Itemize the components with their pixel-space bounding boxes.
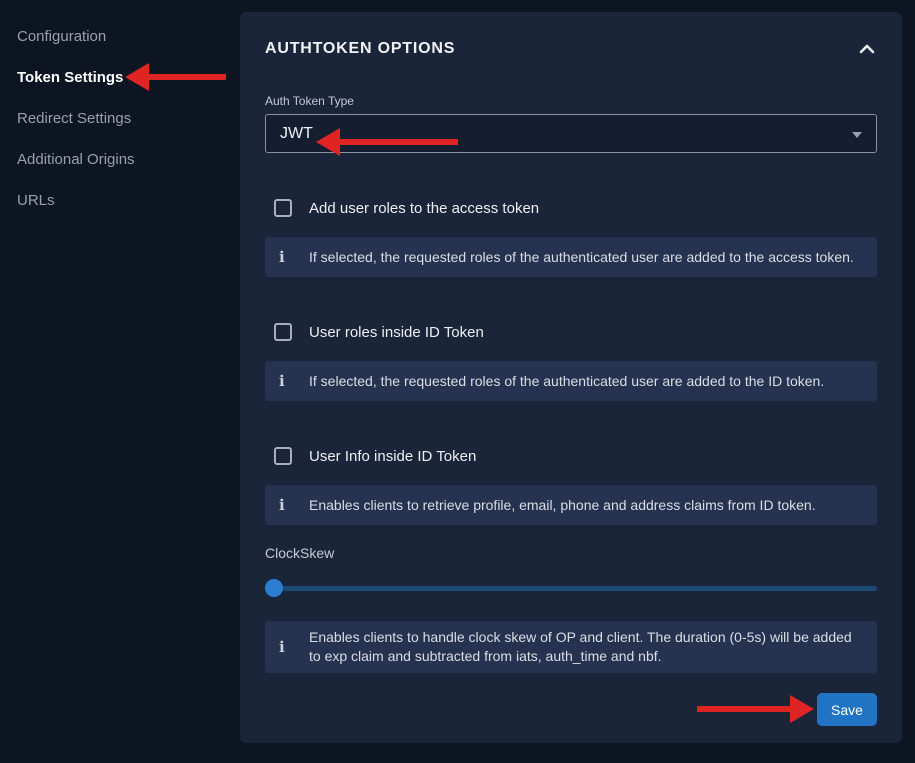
arrow-left-icon [316, 128, 340, 156]
info-text: Enables clients to retrieve profile, ema… [309, 496, 816, 515]
info-box: ℹ If selected, the requested roles of th… [265, 237, 877, 277]
option-group-access-token-roles: Add user roles to the access token ℹ If … [265, 199, 877, 277]
info-icon: ℹ [279, 248, 309, 266]
sidebar-item-configuration[interactable]: Configuration [17, 29, 238, 44]
info-box: ℹ Enables clients to retrieve profile, e… [265, 485, 877, 525]
panel-title: AUTHTOKEN OPTIONS [265, 40, 455, 58]
info-icon: ℹ [279, 638, 309, 656]
clockskew-label: ClockSkew [265, 545, 877, 561]
option-group-user-info: User Info inside ID Token ℹ Enables clie… [265, 447, 877, 525]
info-text: If selected, the requested roles of the … [309, 372, 824, 391]
info-text: If selected, the requested roles of the … [309, 248, 854, 267]
add-user-roles-access-token-checkbox[interactable] [274, 199, 292, 217]
option-group-id-token-roles: User roles inside ID Token ℹ If selected… [265, 323, 877, 401]
clockskew-section: ClockSkew [265, 545, 877, 597]
token-settings-page: Configuration Token Settings Redirect Se… [0, 0, 915, 763]
info-icon: ℹ [279, 372, 309, 390]
slider-track[interactable] [265, 586, 877, 591]
option-row: User roles inside ID Token [274, 323, 877, 341]
user-info-id-token-checkbox[interactable] [274, 447, 292, 465]
option-label: Add user roles to the access token [309, 200, 539, 217]
authtoken-options-panel: AUTHTOKEN OPTIONS Auth Token Type JWT Ad… [240, 12, 902, 743]
save-button[interactable]: Save [817, 693, 877, 726]
settings-sidebar: Configuration Token Settings Redirect Se… [0, 0, 238, 763]
chevron-up-icon [859, 42, 875, 57]
option-label: User roles inside ID Token [309, 324, 484, 341]
arrow-right-icon [790, 695, 814, 723]
caret-down-icon [852, 132, 862, 138]
auth-token-type-value: JWT [280, 125, 313, 143]
panel-header: AUTHTOKEN OPTIONS [265, 40, 877, 58]
slider-thumb[interactable] [265, 579, 283, 597]
clockskew-info-box: ℹ Enables clients to handle clock skew o… [265, 621, 877, 673]
sidebar-item-redirect-settings[interactable]: Redirect Settings [17, 111, 238, 126]
clockskew-slider[interactable] [265, 579, 877, 597]
auth-token-type-label: Auth Token Type [265, 94, 877, 108]
collapse-section-button[interactable] [857, 42, 877, 56]
option-row: Add user roles to the access token [274, 199, 877, 217]
option-row: User Info inside ID Token [274, 447, 877, 465]
auth-token-type-select[interactable]: JWT [265, 114, 877, 153]
arrow-left-icon [125, 63, 149, 91]
info-box: ℹ If selected, the requested roles of th… [265, 361, 877, 401]
option-label: User Info inside ID Token [309, 448, 476, 465]
info-icon: ℹ [279, 496, 309, 514]
user-roles-id-token-checkbox[interactable] [274, 323, 292, 341]
sidebar-item-additional-origins[interactable]: Additional Origins [17, 152, 238, 167]
info-text: Enables clients to handle clock skew of … [309, 628, 863, 666]
sidebar-item-urls[interactable]: URLs [17, 193, 238, 208]
